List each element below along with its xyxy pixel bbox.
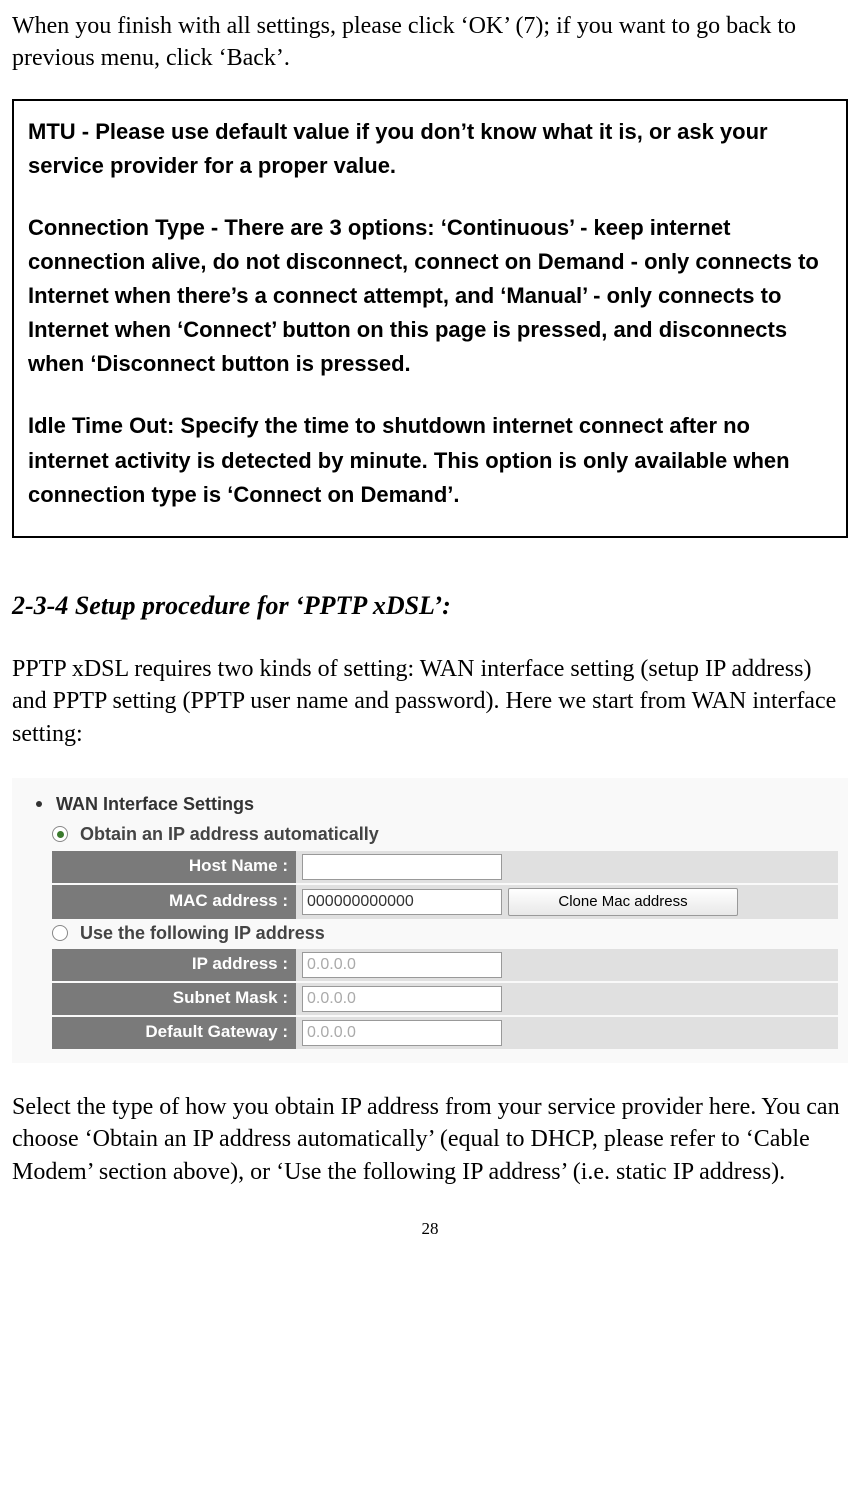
subnet-input[interactable]	[302, 986, 502, 1012]
info-mtu: MTU - Please use default value if you do…	[28, 115, 832, 183]
gateway-label: Default Gateway :	[52, 1017, 296, 1049]
info-connection-type: Connection Type - There are 3 options: ‘…	[28, 211, 832, 381]
hostname-row: Host Name :	[36, 851, 838, 883]
default-gateway-row: Default Gateway :	[36, 1017, 838, 1049]
wan-interface-settings-panel: WAN Interface Settings Obtain an IP addr…	[12, 778, 848, 1063]
mac-label: MAC address :	[52, 885, 296, 919]
section-description: PPTP xDSL requires two kinds of setting:…	[12, 653, 848, 750]
radio-label-obtain-auto: Obtain an IP address automatically	[80, 822, 379, 846]
gateway-input[interactable]	[302, 1020, 502, 1046]
hostname-input[interactable]	[302, 854, 502, 880]
mac-input[interactable]	[302, 889, 502, 915]
section-heading: 2-3-4 Setup procedure for ‘PPTP xDSL’:	[12, 588, 848, 623]
info-idle-timeout: Idle Time Out: Specify the time to shutd…	[28, 409, 832, 511]
subnet-mask-row: Subnet Mask :	[36, 983, 838, 1015]
clone-mac-button[interactable]: Clone Mac address	[508, 888, 738, 916]
bottom-text: Select the type of how you obtain IP add…	[12, 1091, 848, 1188]
radio-icon	[52, 826, 68, 842]
radio-use-following[interactable]: Use the following IP address	[36, 921, 838, 945]
ip-address-row: IP address :	[36, 949, 838, 981]
intro-text: When you finish with all settings, pleas…	[12, 10, 848, 75]
radio-icon	[52, 925, 68, 941]
hostname-label: Host Name :	[52, 851, 296, 883]
ip-input[interactable]	[302, 952, 502, 978]
mac-address-row: MAC address : Clone Mac address	[36, 885, 838, 919]
ip-label: IP address :	[52, 949, 296, 981]
bullet-icon	[36, 801, 42, 807]
wan-title: WAN Interface Settings	[56, 792, 254, 816]
subnet-label: Subnet Mask :	[52, 983, 296, 1015]
radio-label-use-following: Use the following IP address	[80, 921, 325, 945]
info-box: MTU - Please use default value if you do…	[12, 99, 848, 538]
page-number: 28	[12, 1218, 848, 1241]
radio-obtain-auto[interactable]: Obtain an IP address automatically	[36, 822, 838, 846]
